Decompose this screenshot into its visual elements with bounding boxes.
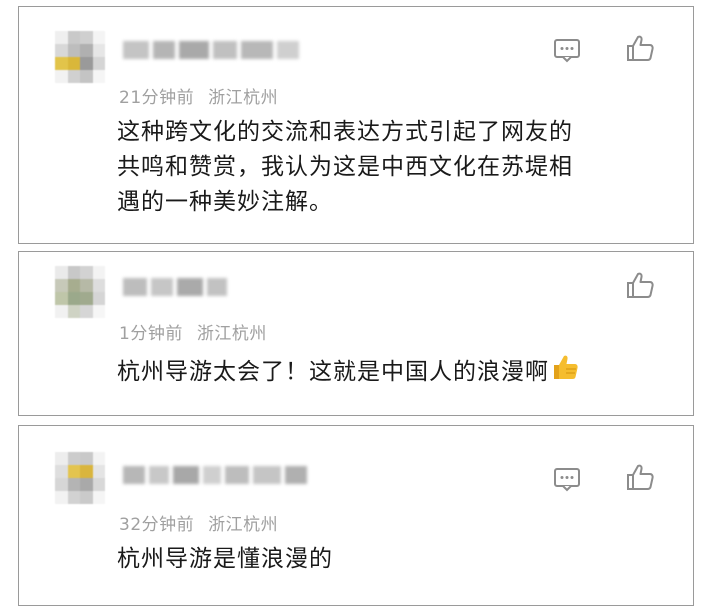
comment-meta: 32分钟前 浙江杭州 — [119, 510, 278, 535]
comment-meta: 21分钟前 浙江杭州 — [119, 83, 278, 108]
comment-location: 浙江杭州 — [208, 88, 279, 108]
comment-bubble-icon[interactable] — [552, 464, 582, 494]
comment-time: 1分钟前 — [119, 324, 183, 344]
comment-text: 杭州导游是懂浪漫的 — [117, 546, 333, 572]
username-blurred[interactable] — [123, 464, 307, 486]
comment-text: 这种跨文化的交流和表达方式引起了网友的 共鸣和赞赏，我认为这是中西文化在苏堤相 … — [117, 119, 573, 215]
comment-text: 杭州导游太会了！这就是中国人的浪漫啊 — [117, 352, 579, 390]
username-blurred[interactable] — [123, 39, 299, 61]
comment-bubble-icon[interactable] — [552, 35, 582, 65]
comment-time: 32分钟前 — [119, 515, 195, 535]
avatar[interactable] — [55, 266, 105, 318]
comment-location: 浙江杭州 — [208, 515, 279, 535]
thumbs-up-outline-icon[interactable] — [625, 33, 655, 63]
comment-card: 1分钟前 浙江杭州 杭州导游太会了！这就是中国人的浪漫啊 — [18, 251, 694, 416]
thumbs-up-emoji — [549, 352, 579, 382]
comment-time: 21分钟前 — [119, 88, 195, 108]
comment-card: 32分钟前 浙江杭州 杭州导游是懂浪漫的 — [18, 425, 694, 606]
comment-card: 21分钟前 浙江杭州 这种跨文化的交流和表达方式引起了网友的 共鸣和赞赏，我认为这… — [18, 6, 694, 244]
avatar[interactable] — [55, 31, 105, 83]
thumbs-up-outline-icon[interactable] — [625, 270, 655, 300]
comment-location: 浙江杭州 — [196, 324, 267, 344]
comment-meta: 1分钟前 浙江杭州 — [119, 319, 267, 344]
comment-text-body: 杭州导游太会了！这就是中国人的浪漫啊 — [117, 359, 549, 385]
thumbs-up-outline-icon[interactable] — [625, 462, 655, 492]
avatar[interactable] — [55, 452, 105, 504]
username-blurred[interactable] — [123, 276, 227, 298]
